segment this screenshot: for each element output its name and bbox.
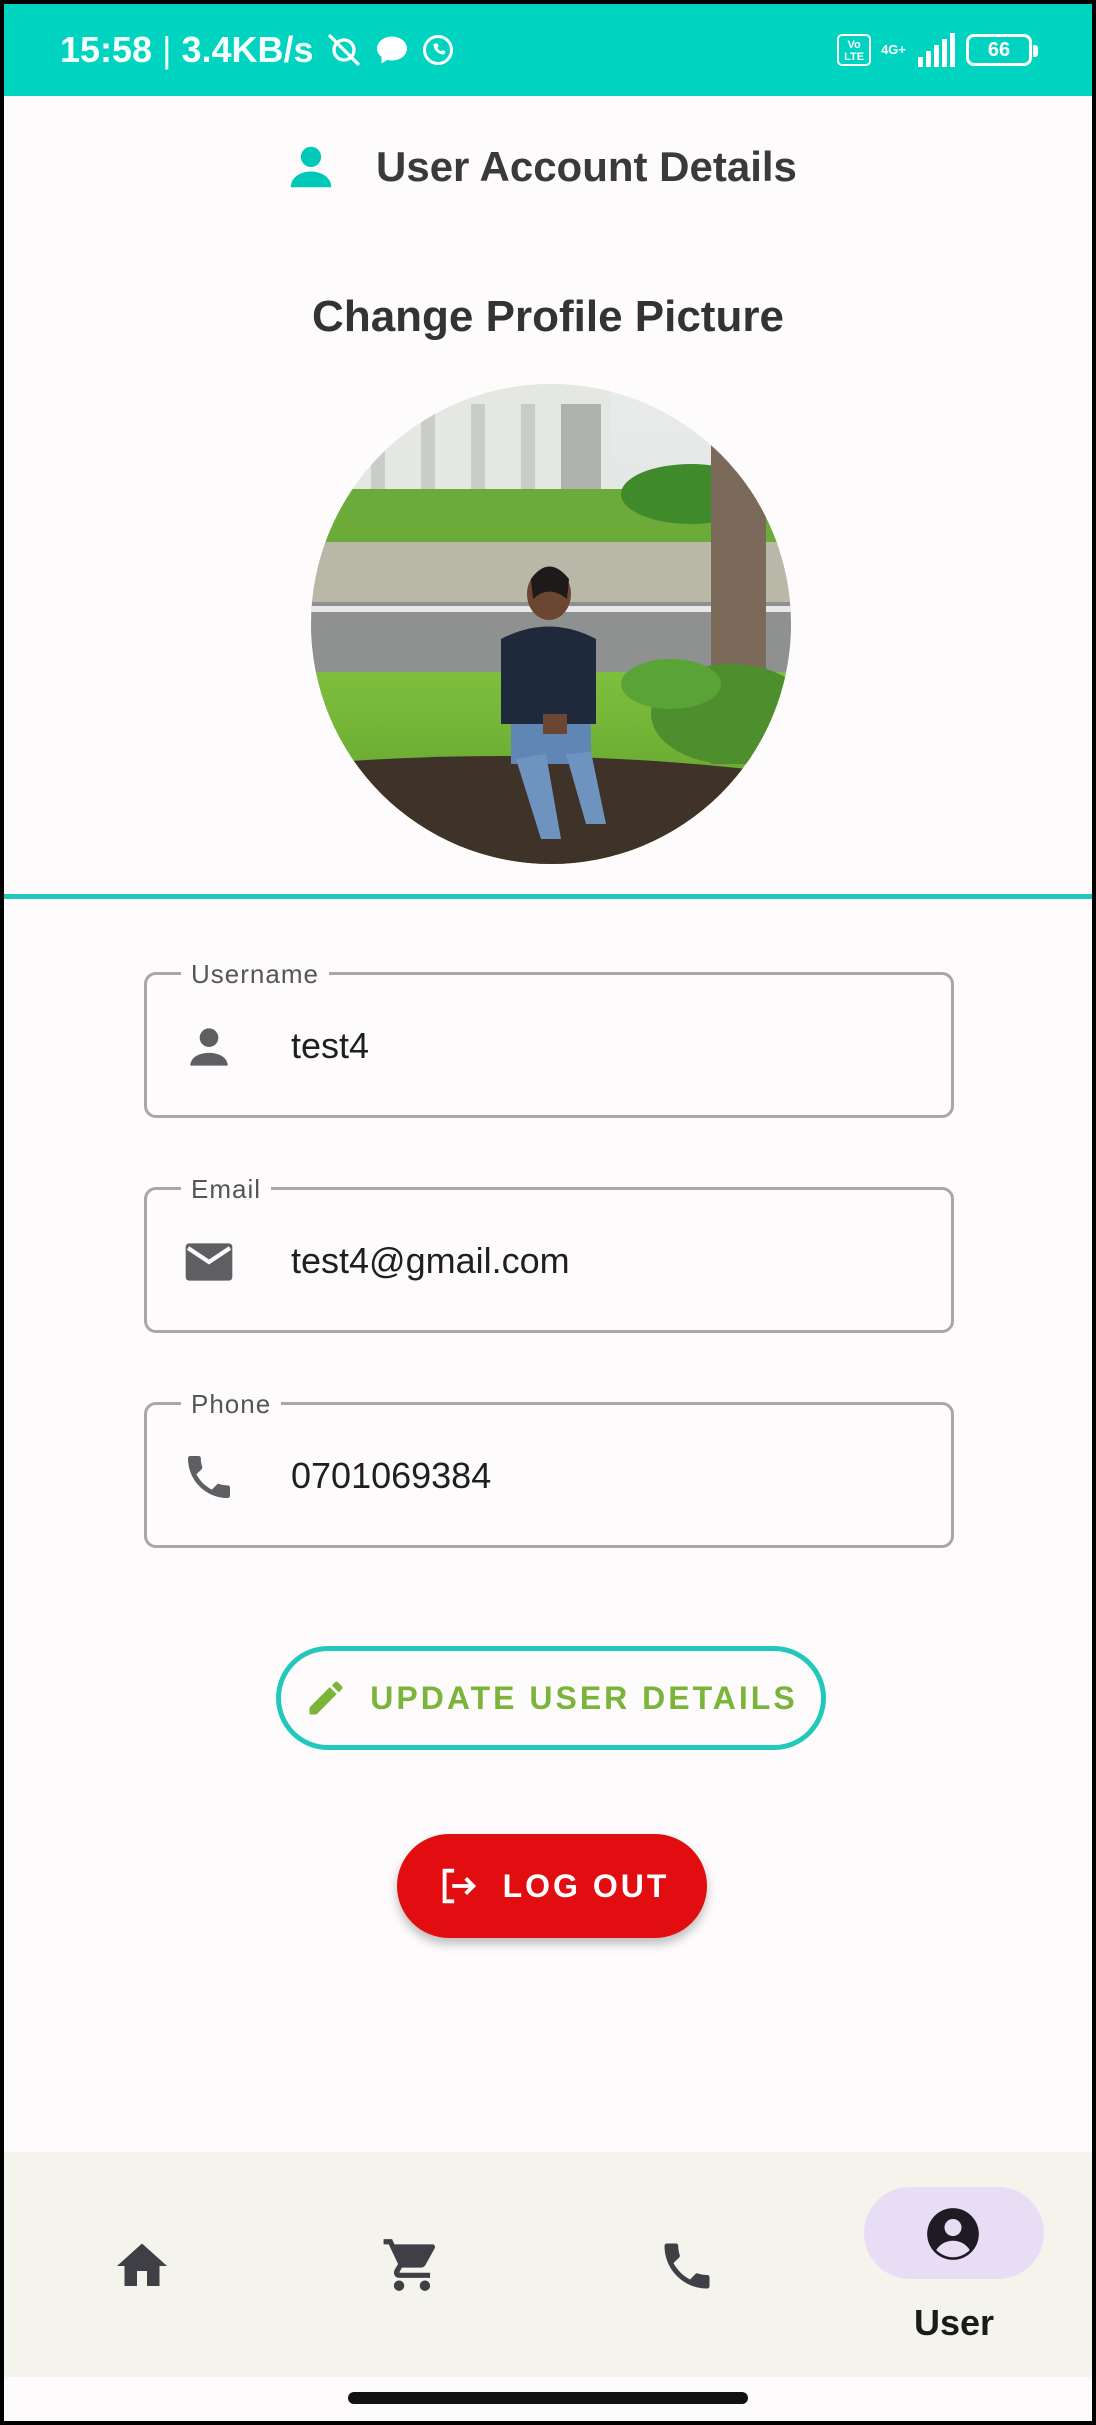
status-left: 15:58 | 3.4KB/s: [60, 29, 456, 70]
nav-user-label: User: [913, 2302, 995, 2343]
home-indicator[interactable]: [348, 2392, 748, 2404]
status-right: Vo LTE 4G+ 66: [837, 30, 1038, 70]
page-title: User Account Details: [376, 143, 797, 190]
status-separator: |: [162, 29, 172, 70]
alarm-off-icon: [327, 33, 360, 67]
change-picture-title: Change Profile Picture: [312, 292, 784, 341]
chat-bubble-icon: [376, 36, 407, 64]
volte-badge: Vo LTE: [837, 34, 872, 66]
logout-button-label: LOG OUT: [502, 1867, 670, 1904]
mail-icon: [185, 1243, 233, 1281]
update-user-details-button[interactable]: UPDATE USER DETAILS: [276, 1646, 826, 1750]
logout-icon: [442, 1868, 476, 1904]
update-button-label: UPDATE USER DETAILS: [370, 1679, 798, 1716]
section-divider: [4, 894, 1092, 899]
account-circle-icon: [927, 2208, 979, 2260]
email-field[interactable]: Email test4@gmail.com: [144, 1174, 954, 1333]
nav-cart[interactable]: [334, 2152, 494, 2377]
status-time: 15:58: [60, 29, 153, 70]
network-type: 4G+: [881, 42, 906, 57]
whatsapp-icon: [422, 35, 453, 65]
person-icon: [290, 146, 332, 188]
phone-value[interactable]: 0701069384: [291, 1455, 491, 1497]
app-screen: 15:58 | 3.4KB/s Vo LTE 4G+ 66 User Accou…: [0, 0, 1096, 2425]
username-value[interactable]: test4: [291, 1025, 369, 1067]
person-icon: [190, 1028, 228, 1066]
profile-picture[interactable]: [311, 384, 791, 864]
nav-home[interactable]: [64, 2152, 224, 2377]
nav-contact[interactable]: [609, 2152, 769, 2377]
phone-label: Phone: [181, 1389, 282, 1420]
home-icon: [117, 2243, 167, 2286]
profile-photo: [311, 384, 791, 864]
email-label: Email: [181, 1174, 272, 1205]
username-label: Username: [181, 959, 329, 990]
phone-icon: [188, 1456, 230, 1498]
status-bar: 15:58 | 3.4KB/s Vo LTE 4G+ 66: [4, 4, 1092, 96]
bottom-navigation: User: [4, 2152, 1092, 2377]
status-speed: 3.4KB/s: [181, 29, 314, 70]
username-field[interactable]: Username test4: [144, 959, 954, 1118]
phone-field[interactable]: Phone 0701069384: [144, 1389, 954, 1548]
battery-indicator: 66: [966, 34, 1038, 66]
phone-icon: [664, 2243, 710, 2289]
cart-icon: [383, 2239, 435, 2291]
pencil-icon: [309, 1681, 343, 1715]
page-header: User Account Details: [284, 134, 797, 200]
logout-button[interactable]: LOG OUT: [397, 1834, 707, 1938]
email-value[interactable]: test4@gmail.com: [291, 1240, 570, 1282]
signal-icon: [918, 33, 955, 67]
nav-user[interactable]: [864, 2187, 1044, 2279]
